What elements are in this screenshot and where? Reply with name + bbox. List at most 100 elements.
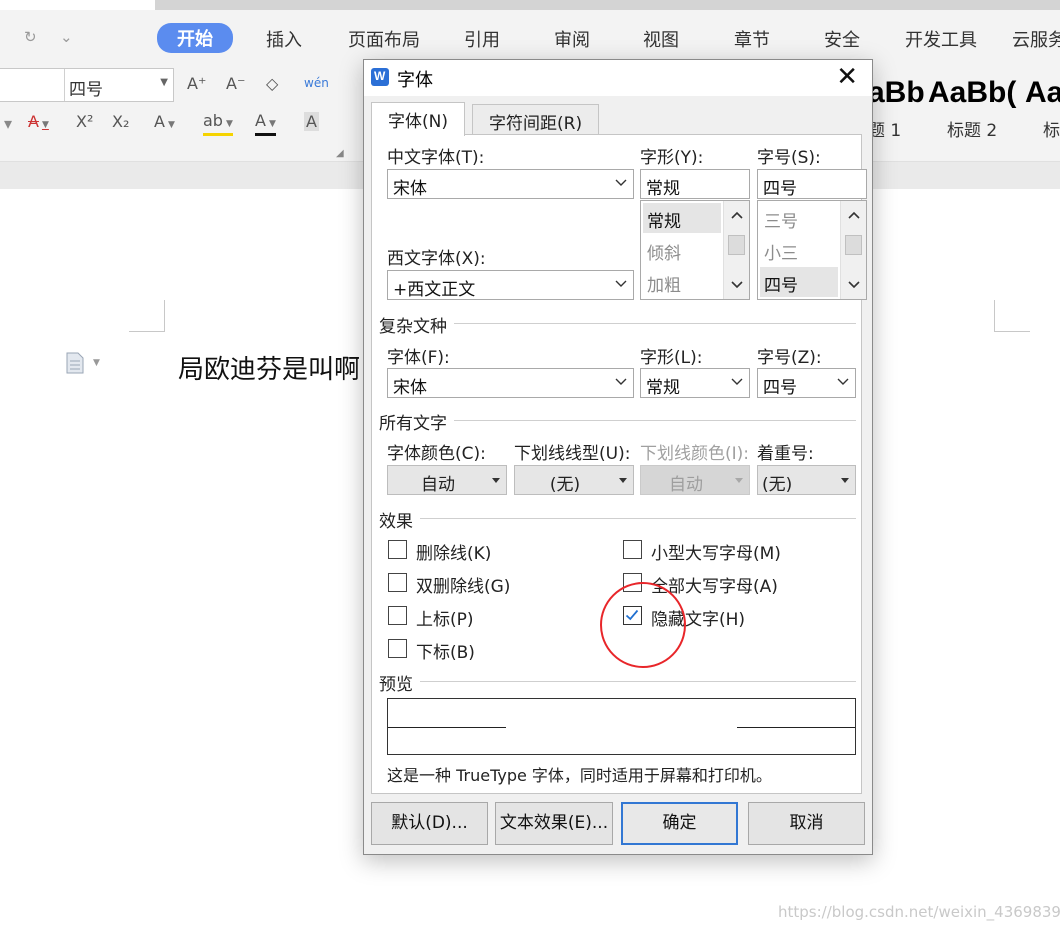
text-effect-button[interactable]: 文本效果(E)...: [495, 802, 613, 845]
western-font-label: 西文字体(X):: [387, 249, 486, 269]
grow-font-icon[interactable]: A⁺: [187, 74, 206, 93]
emphasis-mark-dropdown[interactable]: (无): [757, 465, 856, 495]
scroll-up-icon[interactable]: [847, 210, 861, 220]
font-color-dropdown[interactable]: 自动: [387, 465, 507, 495]
font-combo-separator: [64, 69, 65, 101]
complex-size-value: 四号: [763, 378, 797, 398]
close-icon[interactable]: ✕: [836, 62, 858, 92]
scroll-down-icon[interactable]: [847, 280, 861, 290]
tab-insert[interactable]: 插入: [266, 26, 302, 52]
list-item[interactable]: 加粗: [643, 267, 721, 297]
tab-character-spacing[interactable]: 字符间距(R): [472, 104, 600, 134]
font-size-list[interactable]: 三号 小三 四号: [757, 200, 867, 300]
underline-color-value: 自动: [669, 475, 703, 495]
style-heading3-preview[interactable]: Aa: [1025, 76, 1060, 110]
font-style-input[interactable]: 常规: [640, 169, 750, 199]
dialog-titlebar[interactable]: W 字体 ✕: [364, 60, 872, 96]
strikethrough-checkbox[interactable]: [388, 540, 407, 559]
superscript-checkbox[interactable]: [388, 606, 407, 625]
underline-type-dropdown[interactable]: (无): [514, 465, 634, 495]
chevron-down-icon[interactable]: ▾: [4, 114, 12, 133]
list-item[interactable]: 小三: [760, 235, 838, 265]
chinese-font-select[interactable]: 宋体: [387, 169, 634, 199]
char-shading-icon[interactable]: A: [304, 112, 319, 131]
tab-font[interactable]: 字体(N): [371, 102, 465, 136]
font-size-input[interactable]: 四号: [757, 169, 867, 199]
tab-chapter[interactable]: 章节: [734, 26, 770, 52]
tab-home[interactable]: 开始: [157, 23, 233, 53]
font-style-list[interactable]: 常规 倾斜 加粗: [640, 200, 750, 300]
tab-page-layout[interactable]: 页面布局: [348, 26, 420, 52]
shrink-font-icon[interactable]: A⁻: [226, 74, 245, 93]
strikethrough-icon[interactable]: A ▼: [28, 112, 49, 131]
pinyin-guide-icon[interactable]: wén: [304, 76, 329, 90]
list-item[interactable]: 常规: [643, 203, 721, 233]
font-group-launcher-icon[interactable]: ◢: [336, 148, 344, 159]
strikethrough-label: 删除线(K): [416, 544, 492, 564]
emphasis-mark-label: 着重号:: [757, 444, 814, 464]
small-caps-checkbox[interactable]: [623, 540, 642, 559]
list-item[interactable]: 三号: [760, 203, 838, 233]
ok-button[interactable]: 确定: [621, 802, 738, 845]
strikethrough-glyph: A: [28, 112, 39, 131]
underline-type-label: 下划线线型(U):: [514, 444, 631, 464]
complex-font-value: 宋体: [393, 378, 427, 398]
tab-review[interactable]: 审阅: [554, 26, 590, 52]
tab-view[interactable]: 视图: [643, 26, 679, 52]
font-preview-box: [387, 698, 856, 755]
scrollbar-thumb[interactable]: [845, 235, 862, 255]
chevron-down-icon: [615, 280, 627, 287]
text-effect-icon[interactable]: A ▼: [154, 112, 175, 131]
chevron-down-icon[interactable]: ▼: [160, 77, 168, 88]
group-divider: [454, 323, 856, 324]
superscript-icon[interactable]: X²: [76, 112, 93, 131]
style-list-scrollbar[interactable]: [723, 201, 749, 299]
font-size-combo[interactable]: 四号 ▼: [0, 68, 174, 102]
cancel-button[interactable]: 取消: [748, 802, 865, 845]
highlight-icon[interactable]: ab ▼: [203, 112, 233, 136]
style-heading2-preview[interactable]: AaBb(: [928, 76, 1016, 110]
subscript-icon[interactable]: X₂: [112, 112, 129, 131]
dropdown-arrow-icon: [735, 478, 743, 483]
scroll-down-icon[interactable]: [730, 280, 744, 290]
effects-group-title: 效果: [379, 512, 413, 532]
dropdown-arrow-icon: [841, 478, 849, 483]
complex-font-select[interactable]: 宋体: [387, 368, 634, 398]
redo-icon[interactable]: ↻: [24, 28, 37, 46]
preview-baseline-left: [388, 727, 506, 728]
document-body-text[interactable]: 局欧迪芬是叫啊: [178, 349, 360, 386]
paragraph-doc-icon[interactable]: [66, 352, 84, 374]
superscript-label: 上标(P): [416, 610, 474, 630]
double-strikethrough-checkbox[interactable]: [388, 573, 407, 592]
default-button[interactable]: 默认(D)...: [371, 802, 488, 845]
size-list-scrollbar[interactable]: [840, 201, 866, 299]
list-item[interactable]: 四号: [760, 267, 838, 297]
underline-type-value: (无): [549, 475, 581, 495]
font-style-label: 字形(Y):: [640, 148, 704, 168]
wps-writer-icon: W: [371, 68, 389, 86]
watermark-text: https://blog.csdn.net/weixin_43698398: [778, 903, 1060, 921]
chevron-down-icon: [731, 378, 743, 385]
tab-developer[interactable]: 开发工具: [905, 26, 977, 52]
complex-size-select[interactable]: 四号: [757, 368, 856, 398]
all-text-group-title: 所有文字: [379, 414, 447, 434]
list-item[interactable]: 倾斜: [643, 235, 721, 265]
subscript-label: 下标(B): [416, 643, 475, 663]
group-divider: [454, 420, 856, 421]
subscript-checkbox[interactable]: [388, 639, 407, 658]
scroll-up-icon[interactable]: [730, 210, 744, 220]
clear-format-icon[interactable]: ◇: [266, 74, 278, 93]
chevron-down-icon[interactable]: ▼: [93, 358, 100, 368]
tab-cloud[interactable]: 云服务: [1012, 26, 1060, 52]
style-heading1-preview[interactable]: aBb: [868, 76, 925, 110]
western-font-select[interactable]: +西文正文: [387, 270, 634, 300]
tab-security[interactable]: 安全: [824, 26, 860, 52]
font-style-value: 常规: [646, 179, 680, 199]
scrollbar-thumb[interactable]: [728, 235, 745, 255]
chevron-down-icon: [615, 179, 627, 186]
group-divider: [420, 518, 856, 519]
complex-style-select[interactable]: 常规: [640, 368, 750, 398]
font-color-icon[interactable]: A ▼: [255, 112, 276, 136]
tab-references[interactable]: 引用: [464, 26, 500, 52]
quick-access-more-icon[interactable]: ⌄: [60, 28, 73, 46]
